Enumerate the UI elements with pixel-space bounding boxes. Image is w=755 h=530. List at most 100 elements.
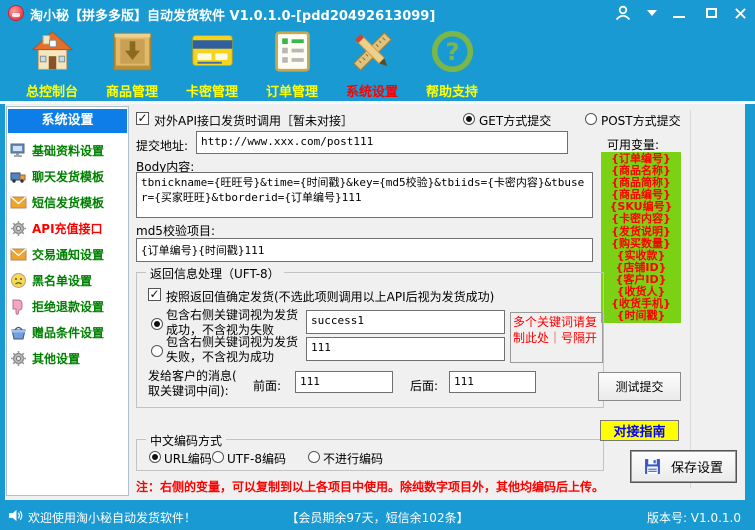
status-version: 版本号: V1.0.1.0 — [646, 511, 741, 525]
sidebar-item-label: 基础资料设置 — [32, 143, 105, 158]
body-content-input[interactable]: tbnickname={旺旺号}&time={时间戳}&key={md5校验}&… — [136, 172, 593, 218]
gift-basket-icon — [11, 326, 26, 339]
front-input[interactable]: 111 — [295, 371, 393, 393]
nav-goods[interactable]: 商品管理 — [92, 28, 172, 102]
nav-orders[interactable]: 订单管理 — [252, 28, 332, 102]
confirm-by-return-label: 按照返回值确定发货(不选此项则调用以上API后视为发货成功) — [166, 290, 495, 304]
home-icon — [31, 31, 73, 70]
back-input[interactable]: 111 — [449, 371, 536, 393]
minimize-button[interactable] — [668, 0, 690, 26]
sidebar-item-refuse-refund[interactable]: 拒绝退款设置 — [10, 294, 126, 318]
save-settings-label: 保存设置 — [670, 461, 723, 476]
variable-item: {卡密内容} — [611, 212, 671, 226]
nav-help[interactable]: ? 帮助支持 — [412, 28, 492, 102]
utf8-encode-label: UTF-8编码 — [227, 452, 286, 466]
get-method-radio[interactable] — [463, 113, 475, 125]
close-button[interactable] — [728, 0, 752, 26]
fail-keyword-radio[interactable] — [151, 345, 163, 357]
sidebar-item-label: 赠品条件设置 — [32, 325, 105, 340]
sidebar-item-label: 拒绝退款设置 — [32, 299, 105, 314]
url-encode-label: URL编码 — [164, 452, 212, 466]
svg-text:?: ? — [445, 37, 459, 66]
utf8-encode-radio[interactable] — [212, 451, 224, 463]
gear-icon — [11, 220, 26, 236]
save-settings-button[interactable]: 保存设置 — [630, 450, 737, 483]
nav-label: 总控制台 — [25, 85, 78, 100]
sidebar-item-sms-template[interactable]: 短信发货模板 — [10, 190, 126, 214]
test-submit-button[interactable]: 测试提交 — [598, 372, 681, 401]
gear-icon — [11, 350, 26, 366]
card-icon — [191, 35, 233, 67]
customer-message-label: 发给客户的消息( 取关键词中间): — [148, 369, 237, 398]
window-title: 淘小秘【拼多多版】自动发货软件 V1.0.1.0-[pdd20492613099… — [30, 9, 436, 24]
thumbs-down-icon — [12, 299, 23, 315]
variable-item: {发货说明} — [611, 224, 671, 238]
multi-keyword-note: 多个关键词请复制此处｜号隔开 — [510, 312, 603, 363]
md5-input[interactable]: {订单编号}{时间戳}111 — [136, 238, 593, 262]
nav-console[interactable]: 总控制台 — [12, 28, 92, 102]
app-logo-icon — [8, 5, 24, 21]
submit-address-input[interactable]: http://www.xxx.com/post111 — [196, 131, 568, 154]
variable-item: {时间戳} — [616, 309, 666, 323]
sidebar-item-api-recharge[interactable]: API充值接口 — [10, 216, 126, 240]
sidebar-item-label: API充值接口 — [32, 221, 103, 236]
nav-label: 系统设置 — [345, 85, 398, 100]
get-method-label: GET方式提交 — [479, 114, 552, 128]
sidebar-item-label: 黑名单设置 — [32, 273, 93, 288]
fail-keyword-label: 包含右侧关键词视为发货 失败，不含视为成功 — [166, 335, 299, 364]
nav-label: 卡密管理 — [185, 85, 238, 100]
url-encode-radio[interactable] — [149, 451, 161, 463]
help-icon: ? — [431, 30, 473, 73]
post-method-radio[interactable] — [585, 113, 597, 125]
bottom-note: 注：右侧的变量，可以复制到以上各项目中使用。除纯数字项目外，其他均编码后上传。 — [136, 480, 605, 494]
sidebar-item-chat-template[interactable]: 聊天发货模板 — [10, 164, 126, 188]
encoding-group-title: 中文编码方式 — [146, 432, 227, 449]
sidebar-item-label: 聊天发货模板 — [32, 169, 105, 184]
variables-panel: {订单编号} {商品名称} {商品简称} {商品编号} {SKU编号} {卡密内… — [601, 152, 681, 323]
sidebar-item-label: 其他设置 — [32, 351, 81, 366]
nav-cards[interactable]: 卡密管理 — [172, 28, 252, 102]
maximize-button[interactable] — [700, 0, 722, 26]
confirm-by-return-checkbox[interactable] — [148, 288, 161, 301]
main-toolbar: 总控制台 商品管理 卡密管理 订单管理 系统设置 ? 帮助支持 — [0, 26, 755, 104]
success-keyword-input[interactable]: success1 — [306, 310, 505, 334]
nav-label: 商品管理 — [105, 85, 158, 100]
sidebar-item-other-settings[interactable]: 其他设置 — [10, 346, 126, 370]
nav-label: 订单管理 — [265, 85, 318, 100]
sidebar-item-label: 短信发货模板 — [32, 195, 105, 210]
no-encode-radio[interactable] — [308, 451, 320, 463]
truck-icon — [10, 172, 26, 183]
sms-envelope-icon — [10, 195, 27, 208]
chevron-down-icon[interactable] — [642, 0, 662, 26]
order-list-icon — [274, 31, 310, 72]
status-member-info: 【会员期余97天，短信余102条】 — [286, 511, 469, 525]
return-info-group-title: 返回信息处理（UFT-8） — [146, 265, 284, 282]
fail-keyword-input[interactable]: 111 — [306, 337, 505, 361]
tools-icon — [352, 32, 392, 71]
sidebar-item-gift-condition[interactable]: 赠品条件设置 — [10, 320, 126, 344]
app-window: 淘小秘【拼多多版】自动发货软件 V1.0.1.0-[pdd20492613099… — [0, 0, 755, 530]
sidebar-item-basic-info[interactable]: 基础资料设置 — [10, 138, 126, 162]
sidebar-item-label: 交易通知设置 — [32, 247, 105, 262]
notify-envelope-icon — [10, 247, 27, 260]
api-call-checkbox[interactable] — [136, 112, 149, 125]
sidebar-item-trade-notify[interactable]: 交易通知设置 — [10, 242, 126, 266]
md5-label: md5校验项目: — [136, 224, 215, 238]
api-call-checkbox-label: 对外API接口发货时调用［暂未对接］ — [154, 114, 353, 128]
success-keyword-radio[interactable] — [151, 318, 163, 330]
guide-button[interactable]: 对接指南 — [600, 420, 679, 441]
nav-settings[interactable]: 系统设置 — [332, 28, 412, 104]
no-encode-label: 不进行编码 — [323, 452, 384, 466]
titlebar: 淘小秘【拼多多版】自动发货软件 V1.0.1.0-[pdd20492613099… — [0, 0, 755, 26]
goods-box-icon — [113, 32, 151, 71]
statusbar: 欢迎使用淘小秘自动发货软件！ 【会员期余97天，短信余102条】 版本号: V1… — [0, 500, 755, 530]
sidebar-item-blacklist[interactable]: 黑名单设置 — [10, 268, 126, 292]
post-method-label: POST方式提交 — [601, 114, 681, 128]
save-floppy-icon — [645, 459, 660, 474]
blacklist-face-icon — [11, 272, 26, 288]
back-label: 后面: — [410, 379, 439, 393]
success-keyword-label: 包含右侧关键词视为发货 成功，不含视为失败 — [166, 308, 299, 337]
nav-label: 帮助支持 — [425, 85, 478, 100]
user-account-icon[interactable] — [608, 0, 638, 26]
variable-item: {购买数量} — [611, 236, 671, 250]
